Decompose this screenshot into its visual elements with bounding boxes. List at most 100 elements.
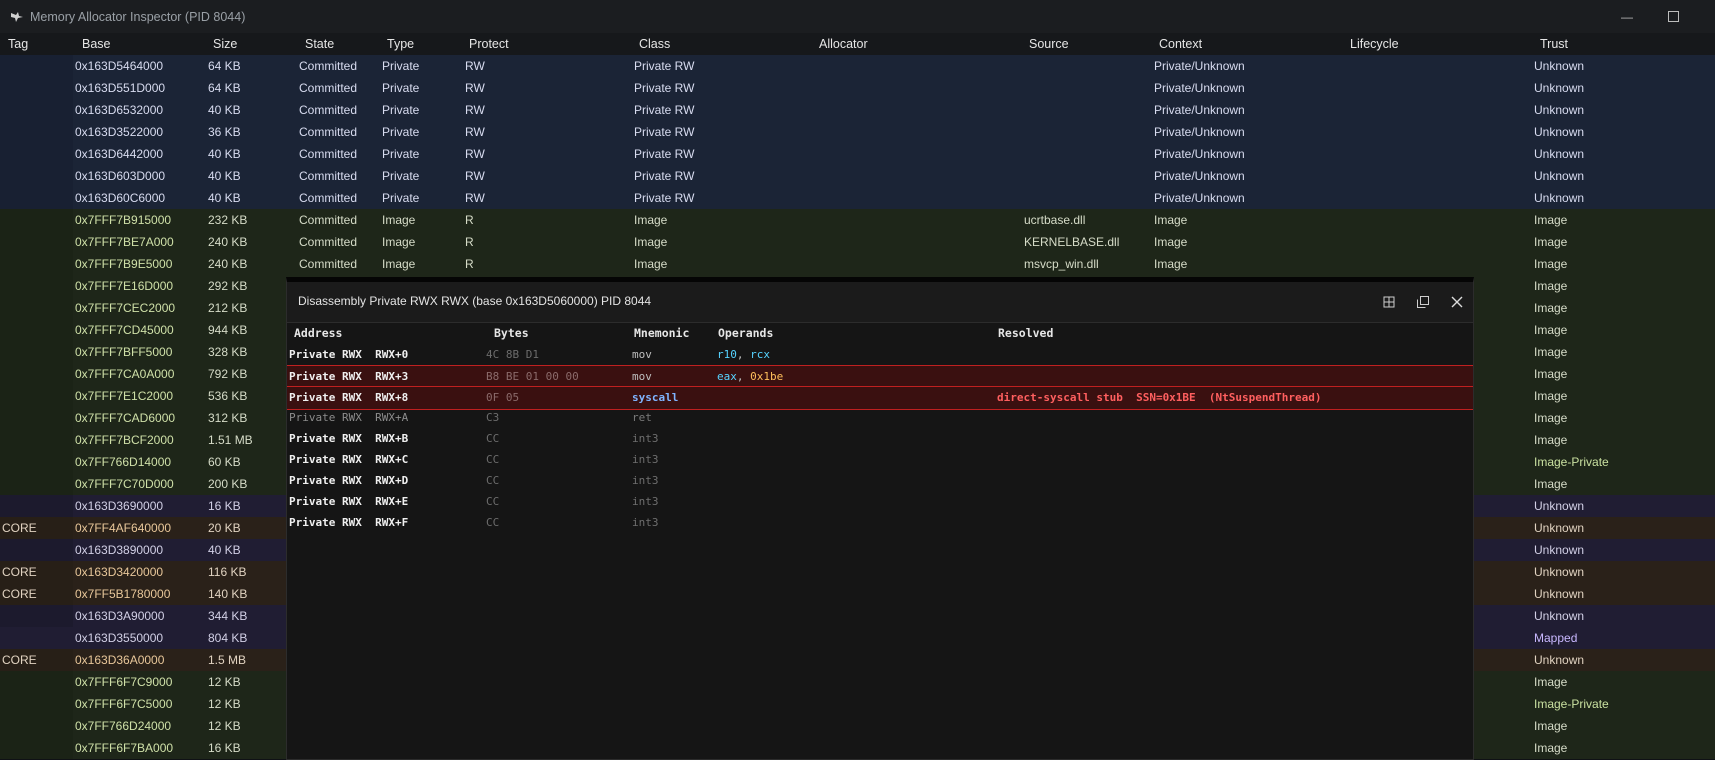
base-cell: 0x7FFF7C70D000 [75,477,174,491]
trust-cell: Unknown [1534,103,1585,117]
protect-cell: R [465,257,474,271]
disassembly-panel: Disassembly Private RWX RWX (base 0x163D… [286,277,1474,760]
col-header-type[interactable]: Type [387,37,414,51]
size-cell: 944 KB [208,323,248,337]
context-cell: Private/Unknown [1154,59,1245,73]
trust-cell: Mapped [1534,631,1578,645]
tag-column-bg [0,407,73,429]
dis-col-operands[interactable]: Operands [718,326,773,340]
tag-column-bg [0,429,73,451]
col-header-class[interactable]: Class [639,37,670,51]
table-row[interactable]: 0x163D5464000 64 KB Committed Private RW Priv… [0,55,1715,77]
trust-cell: Image [1534,257,1568,271]
copy-button[interactable] [1414,293,1432,311]
disasm-bytes: B8 BE 01 00 00 [486,370,579,383]
disasm-bytes: CC [486,453,500,466]
disasm-row[interactable]: Private RWX RWX+C CC int3 [287,449,1473,471]
size-cell: 40 KB [208,543,241,557]
table-row[interactable]: 0x7FFF7B9E5000 240 KB Committed Image R Image… [0,253,1715,275]
trust-cell: Unknown [1534,499,1585,513]
disasm-bytes: 0F 05 [486,391,520,404]
class-cell: Private RW [634,103,695,117]
disasm-bytes: 4C 8B D1 [486,348,539,361]
context-cell: Private/Unknown [1154,81,1245,95]
size-cell: 804 KB [208,631,248,645]
tag-column-bg [0,319,73,341]
disasm-address: Private RWX RWX+B [289,432,409,445]
tag-column-bg [0,99,73,121]
maximize-icon [1667,11,1679,22]
disassembly-header: Address Bytes Mnemonic Operands Resolved [287,322,1473,344]
disasm-row[interactable]: Private RWX RWX+D CC int3 [287,470,1473,492]
table-row[interactable]: 0x163D60C6000 40 KB Committed Private RW Priv… [0,187,1715,209]
col-header-trust[interactable]: Trust [1540,37,1568,51]
tag-column-bg [0,715,73,737]
disasm-address: Private RWX RWX+D [289,474,409,487]
col-header-tag[interactable]: Tag [8,37,28,51]
dis-col-mnemonic[interactable]: Mnemonic [634,326,689,340]
col-header-state[interactable]: State [305,37,334,51]
class-cell: Image [634,257,668,271]
disasm-row[interactable]: Private RWX RWX+B CC int3 [287,428,1473,450]
table-row[interactable]: 0x163D6442000 40 KB Committed Private RW Priv… [0,143,1715,165]
table-row[interactable]: 0x163D551D000 64 KB Committed Private RW Priv… [0,77,1715,99]
base-cell: 0x163D3A90000 [75,609,165,623]
col-header-context[interactable]: Context [1159,37,1202,51]
minimize-button[interactable]: — [1605,0,1649,33]
maximize-button[interactable] [1651,0,1695,33]
table-row[interactable]: 0x7FFF7BE7A000 240 KB Committed Image R Image… [0,231,1715,253]
type-cell: Private [382,59,420,73]
dis-col-bytes[interactable]: Bytes [494,326,529,340]
state-cell: Committed [299,125,358,139]
context-cell: Image [1154,213,1188,227]
state-cell: Committed [299,257,358,271]
col-header-source[interactable]: Source [1029,37,1069,51]
trust-cell: Image [1534,389,1568,403]
col-header-size[interactable]: Size [213,37,237,51]
class-cell: Private RW [634,191,695,205]
base-cell: 0x7FF4AF640000 [75,521,172,535]
table-row[interactable]: 0x7FFF7B915000 232 KB Committed Image R Image… [0,209,1715,231]
size-cell: 36 KB [208,125,241,139]
disasm-row[interactable]: Private RWX RWX+E CC int3 [287,491,1473,513]
window-titlebar: Memory Allocator Inspector (PID 8044) — [0,0,1715,34]
size-cell: 140 KB [208,587,248,601]
size-cell: 40 KB [208,169,241,183]
table-row[interactable]: 0x163D3522000 36 KB Committed Private RW Priv… [0,121,1715,143]
size-cell: 344 KB [208,609,248,623]
col-header-base[interactable]: Base [82,37,111,51]
size-cell: 1.5 MB [208,653,247,667]
tag-column-bg: CORE [0,649,73,671]
trust-cell: Image [1534,411,1568,425]
tag-column-bg [0,495,73,517]
close-button[interactable] [1448,293,1466,311]
grid-view-button[interactable] [1380,293,1398,311]
col-header-lifecycle[interactable]: Lifecycle [1350,37,1399,51]
tag-column-bg [0,363,73,385]
base-cell: 0x7FFF6F7BA000 [75,741,174,755]
disasm-row[interactable]: Private RWX RWX+A C3 ret [287,407,1473,429]
context-cell: Private/Unknown [1154,147,1245,161]
col-header-allocator[interactable]: Allocator [819,37,868,51]
tag-column-bg [0,143,73,165]
operand-2: rcx [750,348,770,361]
base-cell: 0x7FFF6F7C5000 [75,697,173,711]
disasm-address: Private RWX RWX+8 [289,391,409,404]
protect-cell: R [465,213,474,227]
tag-column-bg [0,121,73,143]
dis-col-address[interactable]: Address [294,326,342,340]
col-header-protect[interactable]: Protect [469,37,509,51]
table-row[interactable]: 0x163D6532000 40 KB Committed Private RW Priv… [0,99,1715,121]
size-cell: 16 KB [208,741,241,755]
disasm-row[interactable]: Private RWX RWX+0 4C 8B D1 mov r10, rcx [287,344,1473,366]
disasm-address: Private RWX RWX+E [289,495,409,508]
context-cell: Image [1154,257,1188,271]
base-cell: 0x163D60C6000 [75,191,166,205]
context-cell: Private/Unknown [1154,125,1245,139]
base-cell: 0x163D551D000 [75,81,166,95]
dis-col-resolved[interactable]: Resolved [998,326,1053,340]
disasm-row[interactable]: Private RWX RWX+F CC int3 [287,512,1473,534]
table-row[interactable]: 0x163D603D000 40 KB Committed Private RW Priv… [0,165,1715,187]
base-cell: 0x7FFF6F7C9000 [75,675,173,689]
class-cell: Image [634,235,668,249]
